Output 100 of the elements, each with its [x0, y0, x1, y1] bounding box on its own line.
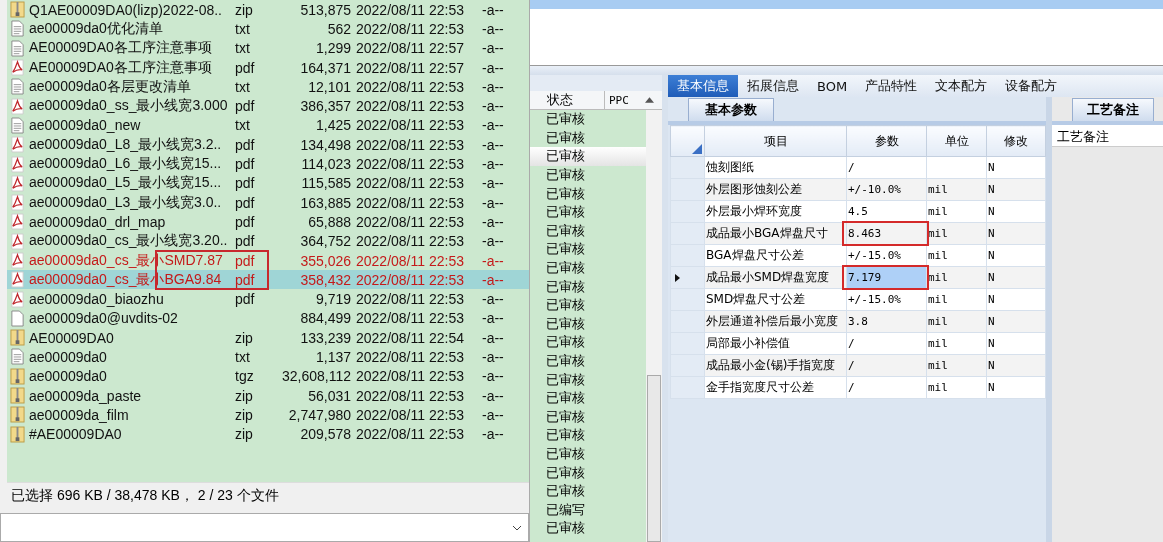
- table-cell: 金手指宽度尺寸公差: [704, 376, 847, 399]
- file-row[interactable]: ae00009da0_ss_最小线宽3.000 pdf 386,357 2022/08/11 22:53 -a--: [7, 96, 529, 116]
- tab[interactable]: 文本配方: [926, 75, 997, 97]
- tab[interactable]: 产品特性: [856, 75, 927, 97]
- table-cell: mil: [926, 288, 987, 311]
- status-row[interactable]: 已审核: [530, 221, 646, 241]
- file-row[interactable]: ae00009da0_cs_最小线宽3.20.. pdf 364,752 2022/08/11 22:53 -a--: [7, 231, 529, 251]
- file-row[interactable]: ae00009da0_L5_最小线宽15... pdf 115,585 2022/08/11 22:53 -a--: [7, 173, 529, 193]
- table-cell[interactable]: +/-15.0%: [846, 244, 927, 267]
- tab[interactable]: BOM: [808, 75, 857, 97]
- file-row[interactable]: ae00009da0 tgz 32,608,112 2022/08/11 22:53 -a--: [7, 366, 529, 386]
- tab[interactable]: 拓展信息: [738, 75, 808, 97]
- status-row[interactable]: 已审核: [530, 370, 646, 389]
- table-cell[interactable]: 4.5: [846, 200, 927, 223]
- corner-cell[interactable]: [670, 125, 705, 157]
- status-row[interactable]: 已审核: [530, 314, 646, 334]
- status-row[interactable]: 已审核: [530, 258, 646, 278]
- file-row[interactable]: ae00009da0_L8_最小线宽3.2.. pdf 134,498 2022/08/11 22:53 -a--: [7, 135, 529, 155]
- status-cell: 已审核: [546, 389, 585, 408]
- status-row[interactable]: 已审核: [530, 407, 646, 427]
- status-cell: 已编写: [546, 500, 585, 519]
- file-row[interactable]: ae00009da0_biaozhu pdf 9,719 2022/08/11 22:53 -a--: [7, 289, 529, 309]
- status-row[interactable]: 已审核: [530, 165, 646, 185]
- column-header[interactable]: 状态: [530, 91, 605, 109]
- file-size: 355,026: [299, 252, 351, 269]
- status-row[interactable]: 已审核: [530, 202, 646, 222]
- file-row[interactable]: AE00009DA0各工序注意事项 txt 1,299 2022/08/11 22:57 -a--: [7, 38, 529, 58]
- table-cell: N: [986, 244, 1046, 267]
- splitter-handle[interactable]: [662, 75, 668, 542]
- table-row[interactable]: [530, 0, 1163, 9]
- file-size: 9,719: [314, 291, 351, 308]
- pdf-file-icon: [10, 174, 25, 192]
- table-cell[interactable]: /: [846, 332, 927, 355]
- file-date: 2022/08/11 22:53: [356, 368, 465, 385]
- tab[interactable]: 设备配方: [996, 75, 1067, 97]
- column-header[interactable]: 修改: [986, 125, 1046, 157]
- path-combo-field[interactable]: [0, 513, 529, 542]
- file-name: ae00009da0_L5_最小线宽15...: [29, 174, 223, 193]
- scroll-up-icon[interactable]: [645, 97, 654, 103]
- status-row[interactable]: 已审核: [530, 463, 646, 482]
- status-row[interactable]: 已审核: [530, 351, 646, 371]
- file-row[interactable]: ae00009da0_L3_最小线宽3.0.. pdf 163,885 2022/08/11 22:53 -a--: [7, 192, 529, 213]
- file-row[interactable]: ae00009da_film zip 2,747,980 2022/08/11 22:53 -a--: [7, 405, 529, 425]
- status-row[interactable]: 已审核: [530, 444, 646, 464]
- file-row[interactable]: AE00009DA0各工序注意事项 pdf 164,371 2022/08/11 22:57 -a--: [7, 57, 529, 78]
- status-row[interactable]: 已审核: [530, 147, 646, 166]
- file-row[interactable]: ae00009da0_L6_最小线宽15... pdf 114,023 2022/08/11 22:53 -a--: [7, 154, 529, 174]
- file-row[interactable]: AE00009DA0 zip 133,239 2022/08/11 22:54 -a--: [7, 328, 529, 348]
- column-header[interactable]: 项目: [704, 125, 847, 157]
- text-file-icon: [10, 348, 25, 366]
- tab[interactable]: 工艺备注: [1072, 98, 1154, 121]
- table-cell: N: [986, 200, 1046, 223]
- table-cell[interactable]: /: [846, 156, 927, 179]
- status-row[interactable]: 已审核: [530, 333, 646, 352]
- column-header[interactable]: PPC: [605, 93, 641, 107]
- file-row[interactable]: ae00009da0_drl_map pdf 65,888 2022/08/11 22:53 -a--: [7, 212, 529, 232]
- file-size: 1,299: [314, 40, 351, 57]
- file-row[interactable]: ae00009da0优化清单 txt 562 2022/08/11 22:53 -a--: [7, 19, 529, 39]
- file-row[interactable]: ae00009da_paste zip 56,031 2022/08/11 22:53 -a--: [7, 385, 529, 406]
- file-row[interactable]: ae00009da0各层更改清单 txt 12,101 2022/08/11 22:53 -a--: [7, 77, 529, 97]
- status-row[interactable]: 已审核: [530, 481, 646, 501]
- pdf-file-icon: [10, 59, 25, 77]
- file-type: zip: [235, 329, 254, 346]
- status-row[interactable]: 已审核: [530, 426, 646, 445]
- tab[interactable]: 基本参数: [688, 98, 774, 121]
- status-row[interactable]: 已审核: [530, 240, 646, 259]
- file-date: 2022/08/11 22:53: [356, 20, 465, 37]
- file-size: 12,101: [307, 78, 351, 95]
- status-row[interactable]: 已审核: [530, 277, 646, 296]
- file-row[interactable]: #AE00009DA0 zip 209,578 2022/08/11 22:53 -a--: [7, 424, 529, 444]
- table-cell[interactable]: +/-15.0%: [846, 288, 927, 311]
- file-row[interactable]: ae00009da0_new txt 1,425 2022/08/11 22:53 -a--: [7, 115, 529, 136]
- status-cell: 已审核: [546, 128, 585, 147]
- file-name: ae00009da_film: [29, 406, 130, 423]
- splitter-handle[interactable]: [1046, 97, 1052, 542]
- file-attributes: -a--: [482, 136, 504, 153]
- table-cell: 外层通道补偿后最小宽度: [704, 310, 847, 333]
- column-header[interactable]: 参数: [846, 125, 927, 157]
- status-row[interactable]: 已编写: [530, 500, 646, 520]
- file-date: 2022/08/11 22:53: [356, 252, 465, 269]
- file-type: pdf: [235, 252, 256, 269]
- status-row[interactable]: 已审核: [530, 184, 646, 203]
- scrollbar-thumb[interactable]: [647, 375, 661, 542]
- file-date: 2022/08/11 22:53: [356, 426, 465, 443]
- table-cell[interactable]: /: [846, 376, 927, 399]
- splitter-handle[interactable]: [530, 66, 1163, 75]
- status-row[interactable]: 已审核: [530, 295, 646, 315]
- column-header[interactable]: 单位: [926, 125, 987, 157]
- file-row[interactable]: ae00009da0 txt 1,137 2022/08/11 22:53 -a--: [7, 347, 529, 367]
- tab[interactable]: 基本信息: [668, 75, 738, 97]
- row-header[interactable]: [670, 266, 705, 289]
- status-row[interactable]: 已审核: [530, 128, 646, 148]
- file-date: 2022/08/11 22:53: [356, 310, 465, 327]
- file-attributes: -a--: [482, 387, 504, 404]
- status-row[interactable]: 已审核: [530, 388, 646, 408]
- file-row[interactable]: ae00009da0@uvdits-02 884,499 2022/08/11 22:53 -a--: [7, 308, 529, 329]
- status-row[interactable]: 已审核: [530, 519, 646, 538]
- status-row[interactable]: 已审核: [530, 110, 646, 129]
- file-row[interactable]: Q1AE00009DA0(lizp)2022-08.. zip 513,875 2022/08/11 22:53 -a--: [7, 0, 529, 20]
- pdf-file-icon: [10, 97, 25, 115]
